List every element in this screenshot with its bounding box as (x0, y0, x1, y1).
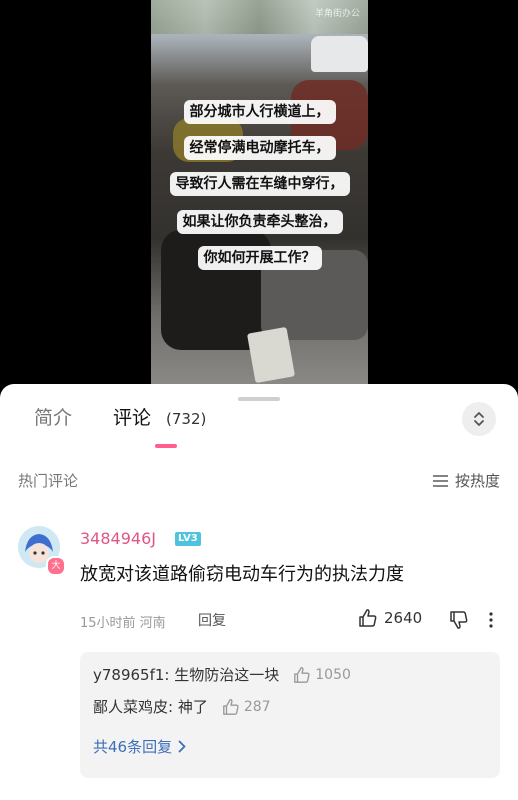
video-caption-line: 你如何开展工作？ (197, 246, 322, 270)
license-plate (246, 326, 296, 384)
more-options-button[interactable] (488, 612, 494, 632)
video-watermark: 羊角街办公 (314, 9, 360, 19)
video-caption-line: 经常停满电动摩托车， (183, 136, 336, 160)
sort-by-hotness-button[interactable]: 按热度 (432, 470, 500, 491)
comment-username[interactable]: 3484946J (80, 529, 156, 548)
video-caption-line: 导致行人需在车缝中穿行， (169, 172, 350, 196)
tab-comments[interactable]: 评论 (113, 406, 151, 430)
avatar-badge: 大 (46, 556, 66, 576)
thumbs-down-icon (450, 611, 468, 629)
reply-author[interactable]: 鄙人菜鸡皮 (93, 696, 168, 717)
reply-button[interactable]: 回复 (198, 610, 226, 630)
tab-intro[interactable]: 简介 (34, 406, 72, 430)
reply-like-count: 1050 (315, 666, 351, 683)
thumbs-up-icon (359, 609, 377, 627)
reply-author[interactable]: y78965f1 (93, 666, 164, 684)
video-caption-line: 部分城市人行横道上， (183, 100, 336, 124)
comments-count: (732) (166, 410, 207, 428)
more-vertical-icon (489, 612, 493, 628)
user-level-badge: LV3 (175, 532, 201, 546)
view-all-replies-link[interactable]: 共46条回复 (93, 736, 186, 757)
reply-like-count: 287 (243, 698, 271, 715)
comment-time-location: 15小时前 河南 (80, 616, 166, 631)
chevron-right-icon (178, 740, 186, 753)
reply-item[interactable]: 鄙人菜鸡皮: 神了 287 (93, 696, 271, 717)
reply-like-button[interactable]: 1050 (293, 666, 351, 684)
comment-sheet: 简介 评论 (732) 热门评论 按热度 大 3484946J LV3 放宽对该… (0, 384, 518, 800)
thumbs-up-icon (294, 666, 310, 683)
sort-lines-icon (432, 474, 448, 487)
video-player[interactable]: 羊角街办公 部分城市人行横道上， 经常停满电动摩托车， 导致行人需在车缝中穿行，… (0, 0, 518, 392)
total-replies-label: 共46条回复 (93, 738, 173, 756)
reply-text: 神了 (177, 698, 208, 716)
video-frame[interactable]: 羊角街办公 部分城市人行横道上， 经常停满电动摩托车， 导致行人需在车缝中穿行，… (151, 0, 368, 385)
replies-box[interactable]: y78965f1: 生物防治这一块 1050 鄙人菜鸡皮: 神了 287 共46… (80, 652, 500, 778)
video-caption-line: 如果让你负责牵头整治， (176, 210, 343, 234)
expand-sheet-button[interactable] (462, 402, 496, 436)
sort-label: 按热度 (454, 472, 500, 490)
comment-text: 放宽对该道路偷窃电动车行为的执法力度 (80, 564, 404, 585)
like-button[interactable]: 2640 (358, 608, 422, 628)
like-count: 2640 (384, 609, 423, 627)
dislike-button[interactable] (449, 610, 469, 634)
reply-separator: : (164, 665, 175, 684)
hot-comments-heading: 热门评论 (18, 472, 79, 490)
thumbs-up-icon (222, 698, 239, 715)
reply-item[interactable]: y78965f1: 生物防治这一块 1050 (93, 664, 351, 685)
active-tab-indicator (155, 444, 177, 448)
white-car (311, 36, 368, 72)
reply-separator: : (168, 697, 178, 716)
reply-like-button[interactable]: 287 (222, 698, 271, 716)
chevron-up-down-icon (474, 412, 484, 426)
reply-text: 生物防治这一块 (174, 666, 280, 684)
sheet-drag-handle[interactable] (238, 397, 280, 401)
